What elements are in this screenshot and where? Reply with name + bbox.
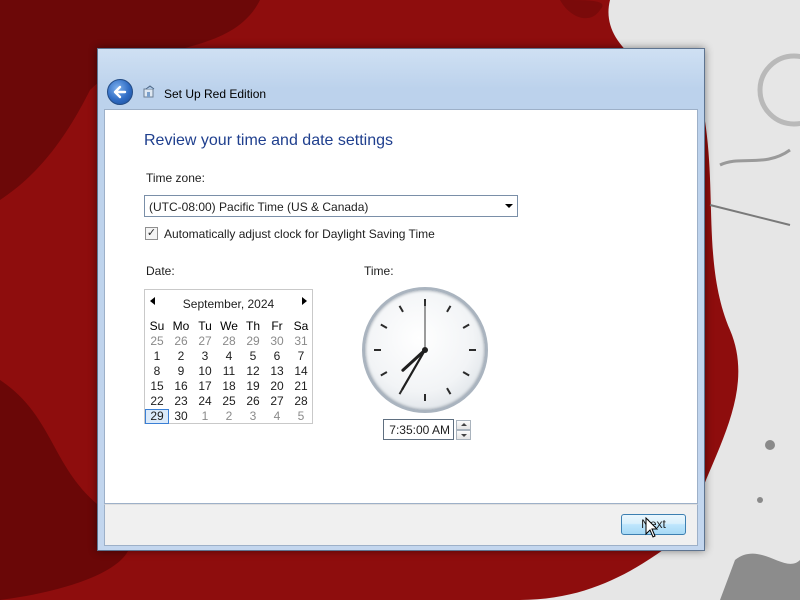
calendar-day[interactable]: 4 [217, 349, 241, 364]
calendar-day[interactable]: 25 [145, 334, 169, 349]
calendar-day[interactable]: 11 [217, 364, 241, 379]
calendar-day[interactable]: 1 [193, 409, 217, 424]
clock-tick [446, 387, 452, 395]
calendar-day[interactable]: 3 [241, 409, 265, 424]
calendar-day[interactable]: 26 [169, 334, 193, 349]
clock-tick [446, 305, 452, 313]
timezone-label: Time zone: [146, 171, 205, 185]
back-button[interactable] [107, 79, 133, 105]
calendar-day[interactable]: 14 [289, 364, 313, 379]
weekday-header: Th [245, 319, 260, 333]
setup-icon [143, 85, 155, 98]
calendar-day[interactable]: 2 [217, 409, 241, 424]
next-month-icon[interactable] [302, 297, 307, 305]
calendar-day[interactable]: 10 [193, 364, 217, 379]
weekday-header: Fr [271, 319, 283, 333]
content-panel: Review your time and date settings Time … [104, 109, 698, 504]
calendar-day[interactable]: 1 [145, 349, 169, 364]
calendar-day[interactable]: 5 [241, 349, 265, 364]
calendar-day[interactable]: 27 [265, 394, 289, 409]
calendar-day[interactable]: 30 [169, 409, 193, 424]
timezone-value: (UTC-08:00) Pacific Time (US & Canada) [149, 200, 369, 214]
calendar-day[interactable]: 24 [193, 394, 217, 409]
calendar-day[interactable]: 28 [217, 334, 241, 349]
calendar-day[interactable]: 21 [289, 379, 313, 394]
mouse-cursor-icon [645, 517, 659, 538]
clock-center [422, 347, 428, 353]
clock-tick [462, 323, 470, 329]
calendar-day[interactable]: 26 [241, 394, 265, 409]
analog-clock [362, 287, 488, 413]
calendar-month-title[interactable]: September, 2024 [145, 297, 312, 311]
calendar-day[interactable]: 5 [289, 409, 313, 424]
calendar-day[interactable]: 20 [265, 379, 289, 394]
weekday-header: Tu [198, 319, 212, 333]
time-field[interactable]: 7:35:00 AM [383, 419, 454, 440]
time-label: Time: [364, 264, 394, 278]
date-label: Date: [146, 264, 175, 278]
calendar-day[interactable]: 18 [217, 379, 241, 394]
weekday-header: Sa [293, 319, 309, 333]
calendar-day[interactable]: 13 [265, 364, 289, 379]
calendar-day[interactable]: 23 [169, 394, 193, 409]
window-title: Set Up Red Edition [164, 87, 267, 101]
calendar-day[interactable]: 15 [145, 379, 169, 394]
timezone-dropdown[interactable]: (UTC-08:00) Pacific Time (US & Canada) [144, 195, 518, 217]
clock-tick [462, 371, 470, 377]
calendar-day[interactable]: 12 [241, 364, 265, 379]
calendar-day[interactable]: 31 [289, 334, 313, 349]
calendar-day[interactable]: 30 [265, 334, 289, 349]
dst-label: Automatically adjust clock for Daylight … [164, 227, 435, 241]
calendar-grid: Su Mo Tu We Th Fr Sa 25 26 27 28 29 30 3… [145, 319, 313, 424]
dst-checkbox[interactable]: ✓ [145, 227, 158, 240]
clock-face [374, 299, 476, 401]
page-heading: Review your time and date settings [144, 132, 394, 149]
calendar-day[interactable]: 2 [169, 349, 193, 364]
calendar-day[interactable]: 9 [169, 364, 193, 379]
weekday-header: We [220, 319, 238, 333]
time-spin-down-button[interactable] [456, 430, 471, 440]
weekday-header: Su [149, 319, 165, 333]
back-arrow-icon [113, 85, 127, 99]
calendar-day[interactable]: 29 [241, 334, 265, 349]
calendar-day[interactable]: 4 [265, 409, 289, 424]
title-bar: Set Up Red Edition [98, 49, 704, 109]
clock-tick [398, 305, 404, 313]
time-value: 7:35:00 AM [389, 423, 450, 437]
calendar-day[interactable]: 27 [193, 334, 217, 349]
calendar-day[interactable]: 8 [145, 364, 169, 379]
setup-window: Set Up Red Edition Review your time and … [97, 48, 705, 551]
calendar-day[interactable]: 7 [289, 349, 313, 364]
clock-tick [380, 371, 388, 377]
time-spin-up-button[interactable] [456, 420, 471, 430]
date-calendar[interactable]: September, 2024 Su Mo Tu We Th Fr Sa 25 … [144, 289, 313, 424]
checkmark-icon: ✓ [146, 227, 157, 239]
calendar-day[interactable]: 3 [193, 349, 217, 364]
chevron-down-icon [505, 204, 513, 208]
calendar-day[interactable]: 28 [289, 394, 313, 409]
calendar-day[interactable]: 19 [241, 379, 265, 394]
footer-bar: Next [104, 504, 698, 546]
calendar-day[interactable]: 16 [169, 379, 193, 394]
clock-tick [380, 323, 388, 329]
calendar-day[interactable]: 22 [145, 394, 169, 409]
weekday-header: Mo [172, 319, 190, 333]
calendar-day-selected[interactable]: 29 [145, 409, 169, 424]
calendar-day[interactable]: 6 [265, 349, 289, 364]
calendar-day[interactable]: 25 [217, 394, 241, 409]
calendar-day[interactable]: 17 [193, 379, 217, 394]
